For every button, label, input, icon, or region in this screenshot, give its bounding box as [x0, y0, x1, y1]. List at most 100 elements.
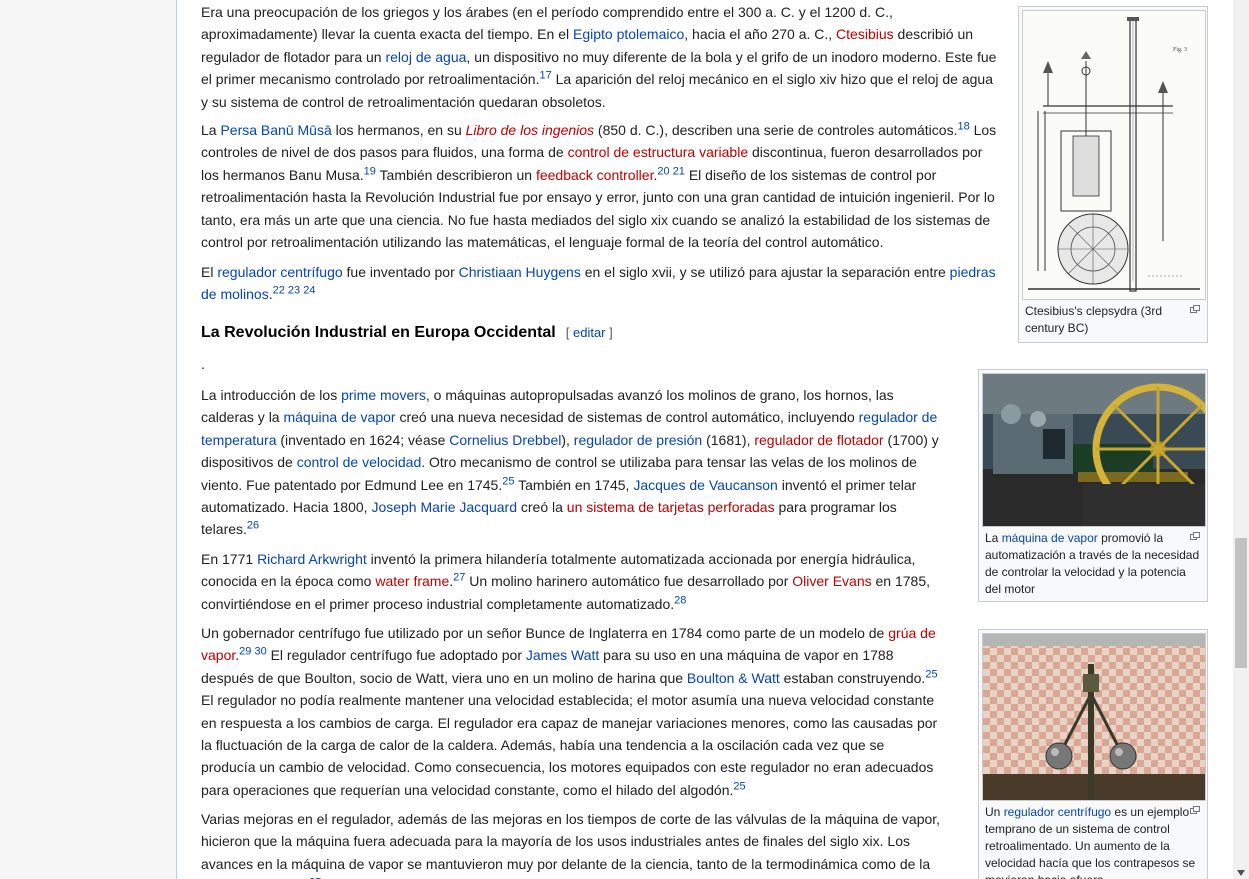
edit-bracket: [ — [565, 325, 570, 340]
link-maquina-de-vapor[interactable]: máquina de vapor — [283, 409, 395, 425]
text: los hermanos, en su — [331, 122, 466, 138]
ref-29[interactable]: 29 — [239, 646, 251, 658]
ref-25[interactable]: 25 — [502, 475, 514, 487]
ref-24[interactable]: 24 — [303, 285, 315, 297]
clepsydra-drawing: Fig. 3 — [1023, 11, 1205, 299]
text: El — [201, 264, 218, 280]
vertical-scrollbar[interactable] — [1233, 0, 1249, 879]
link-richard-arkwright[interactable]: Richard Arkwright — [257, 551, 367, 567]
steam-engine-image[interactable] — [982, 373, 1206, 527]
steam-engine-photo — [983, 374, 1205, 526]
link-egipto-ptolemaico[interactable]: Egipto ptolemaico — [573, 26, 684, 42]
scroll-down-arrow-icon[interactable] — [1237, 870, 1245, 876]
text: El regulador centrífugo fue adoptado por — [266, 647, 526, 664]
text: El regulador no podía realmente mantener… — [201, 692, 938, 798]
link-regulador-presion[interactable]: regulador de presión — [574, 432, 702, 448]
caption-text: La — [985, 531, 1002, 545]
fig-label: Fig. 3 — [1173, 47, 1187, 53]
caption-text: Un — [985, 805, 1004, 819]
ref-30[interactable]: 30 — [254, 646, 266, 658]
text: , hacia el año 270 a. C., — [684, 26, 837, 43]
link-joseph-marie-jacquard[interactable]: Joseph Marie Jacquard — [371, 499, 517, 515]
caption-text: Ctesibius's clepsydra (3rd century BC) — [1025, 304, 1163, 335]
paragraph-banu-musa: La Persa Banū Mūsā los hermanos, en su L… — [201, 119, 1001, 261]
link-maquina-de-vapor-caption[interactable]: máquina de vapor — [1002, 531, 1098, 545]
section-heading: La Revolución Industrial en Europa Occid… — [201, 322, 1001, 344]
figure-clepsydra: Fig. 3 Ctesibius's clepsydra (3rd centur… — [1018, 6, 1208, 343]
paragraph-mejoras: Varias mejoras en el regulador, además d… — [201, 808, 941, 879]
text: estaban construyendo. — [779, 669, 926, 686]
ref-20[interactable]: 20 — [657, 165, 669, 177]
link-regulador-flotador[interactable]: regulador de flotador — [754, 432, 883, 448]
paragraph-ctesibius: Era una preocupación de los griegos y lo… — [201, 1, 1001, 121]
link-feedback-controller[interactable]: feedback controller — [536, 167, 654, 183]
ref-28[interactable]: 28 — [674, 594, 686, 606]
paragraph-arkwright: En 1771 Richard Arkwright inventó la pri… — [201, 548, 941, 623]
text: ), — [561, 431, 574, 448]
text: (1681), — [702, 431, 755, 448]
text: (850 d. C.), describen una serie de cont… — [594, 122, 958, 138]
clepsydra-image[interactable]: Fig. 3 — [1022, 10, 1206, 300]
link-boulton-watt[interactable]: Boulton & Watt — [687, 670, 780, 686]
enlarge-icon[interactable] — [1190, 305, 1200, 313]
link-ctesibius[interactable]: Ctesibius — [836, 26, 894, 42]
article-content: Era una preocupación de los griegos y lo… — [176, 0, 1234, 879]
enlarge-icon[interactable] — [1190, 532, 1200, 540]
edit-link[interactable]: editar — [573, 325, 606, 340]
enlarge-icon[interactable] — [1190, 806, 1200, 814]
edit-bracket: ] — [609, 325, 613, 340]
paragraph-gobernador: Un gobernador centrífugo fue utilizado p… — [201, 622, 941, 809]
section-title: La Revolución Industrial en Europa Occid… — [201, 324, 556, 341]
ref-25[interactable]: 25 — [925, 668, 937, 680]
link-james-watt[interactable]: James Watt — [526, 647, 599, 663]
governor-caption: Un regulador centrífugo es un ejemplo te… — [982, 801, 1204, 879]
link-regulador-centrifugo[interactable]: regulador centrífugo — [217, 264, 342, 280]
text: También describieron un — [375, 166, 536, 183]
text: Varias mejoras en el regulador, además d… — [201, 811, 941, 879]
link-persa-banu-musa[interactable]: Persa Banū Mūsā — [220, 122, 331, 138]
text: También en 1745, — [514, 476, 634, 493]
ref-18[interactable]: 18 — [957, 120, 969, 132]
link-cornelius-drebbel[interactable]: Cornelius Drebbel — [449, 432, 561, 448]
text: creó la — [516, 499, 567, 516]
ref-26[interactable]: 26 — [247, 520, 259, 532]
link-christiaan-huygens[interactable]: Christiaan Huygens — [459, 264, 581, 280]
ref-19[interactable]: 19 — [364, 165, 376, 177]
link-tarjetas-perforadas[interactable]: un sistema de tarjetas perforadas — [567, 499, 775, 515]
steam-engine-caption: La máquina de vapor promovió la automati… — [982, 527, 1204, 598]
ref-22[interactable]: 22 — [273, 285, 285, 297]
stray-dot: . — [201, 356, 205, 372]
paragraph-huygens: El regulador centrífugo fue inventado po… — [201, 261, 1001, 314]
ref-23[interactable]: 23 — [288, 285, 300, 297]
text: (inventado en 1624; véase — [276, 431, 450, 448]
link-libro-de-los-ingenios[interactable]: Libro de los ingenios — [466, 122, 594, 138]
ref-17[interactable]: 17 — [539, 70, 551, 82]
paragraph-prime-movers: La introducción de los prime movers, o m… — [201, 384, 941, 549]
link-control-velocidad[interactable]: control de velocidad — [297, 454, 422, 470]
clepsydra-caption: Ctesibius's clepsydra (3rd century BC) — [1022, 300, 1204, 337]
figure-governor: Un regulador centrífugo es un ejemplo te… — [978, 629, 1208, 879]
governor-image[interactable] — [982, 633, 1206, 801]
text: creó una nueva necesidad de sistemas de … — [395, 409, 859, 426]
text: La — [201, 122, 221, 138]
text: Un gobernador centrífugo fue utilizado p… — [201, 625, 889, 641]
text: en el siglo xvii, y se utilizó para ajus… — [580, 264, 950, 280]
link-water-frame[interactable]: water frame — [375, 573, 449, 589]
link-prime-movers[interactable]: prime movers — [341, 387, 426, 403]
link-regulador-centrifugo-caption[interactable]: regulador centrífugo — [1004, 805, 1111, 819]
ref-27[interactable]: 27 — [453, 572, 465, 584]
link-control-estructura-variable[interactable]: control de estructura variable — [568, 144, 749, 160]
text: fue inventado por — [342, 264, 459, 280]
figure-steam-engine: La máquina de vapor promovió la automati… — [978, 369, 1208, 602]
link-jacques-vaucanson[interactable]: Jacques de Vaucanson — [633, 477, 778, 493]
text: Un molino harinero automático fue desarr… — [465, 573, 793, 590]
ref-21[interactable]: 21 — [673, 165, 685, 177]
link-oliver-evans[interactable]: Oliver Evans — [792, 573, 871, 589]
text: En 1771 — [201, 551, 258, 567]
edit-section: [ editar ] — [566, 325, 613, 340]
ref-25[interactable]: 25 — [733, 780, 745, 792]
text: La introducción de los — [201, 387, 342, 403]
governor-photo — [983, 634, 1205, 800]
scrollbar-thumb[interactable] — [1235, 538, 1247, 668]
link-reloj-de-agua[interactable]: reloj de agua — [385, 49, 466, 65]
